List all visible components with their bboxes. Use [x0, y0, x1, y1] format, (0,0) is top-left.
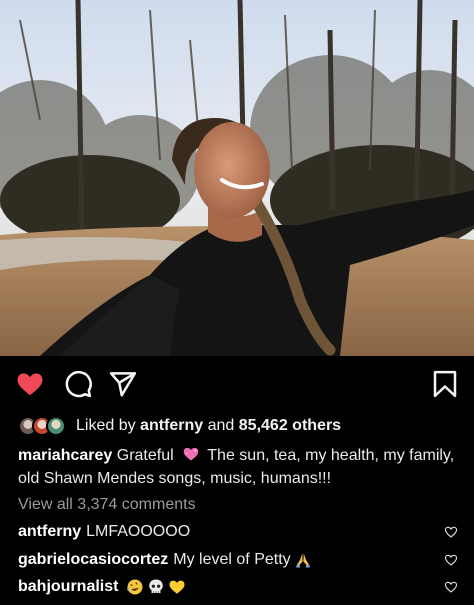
comment-item: bahjournalist [18, 575, 458, 599]
comment-item: gabrielocasiocortez My level of Petty [18, 548, 458, 572]
likes-summary[interactable]: Liked by antferny and 85,462 others [18, 413, 341, 439]
post-caption: mariahcarey Grateful The sun, tea, my he… [18, 444, 458, 490]
post-image [0, 0, 474, 356]
bookmark-icon [433, 370, 457, 398]
liked-by-and: and [207, 417, 235, 434]
liked-by-user[interactable]: antferny [140, 417, 203, 434]
like-button[interactable] [15, 369, 45, 399]
yellow-heart-icon [169, 580, 185, 594]
comment-username[interactable]: bahjournalist [18, 578, 118, 596]
caption-author[interactable]: mariahcarey [18, 447, 112, 464]
action-bar [0, 366, 474, 402]
comment-text: LMFAOOOOO [86, 523, 191, 540]
view-all-comments-link[interactable]: View all 3,374 comments [18, 496, 196, 514]
comment-username[interactable]: antferny [18, 523, 81, 541]
comment-bubble-icon [65, 370, 92, 398]
folded-hands-icon [295, 553, 310, 568]
post-photo[interactable] [0, 0, 474, 356]
share-button[interactable] [108, 369, 138, 399]
heart-outline-icon [444, 554, 458, 566]
comment-like-button[interactable] [444, 580, 458, 594]
skull-icon [149, 579, 164, 593]
comment-text: My level of Petty [173, 551, 291, 568]
paper-plane-icon [109, 372, 137, 397]
liker-avatars [18, 416, 66, 436]
comment-like-button[interactable] [444, 553, 458, 567]
heart-outline-icon [444, 581, 458, 593]
comment-item: antferny LMFAOOOOO [18, 520, 458, 544]
likes-text: Liked by antferny and 85,462 others [76, 417, 341, 435]
sparkling-heart-icon [183, 447, 199, 461]
liked-by-prefix: Liked by [76, 417, 136, 434]
save-button[interactable] [430, 369, 460, 399]
comment-username[interactable]: gabrielocasiocortez [18, 551, 168, 569]
heart-filled-icon [17, 373, 43, 396]
rolling-laughing-face-icon [127, 579, 143, 595]
comment-button[interactable] [63, 369, 93, 399]
heart-outline-icon [444, 526, 458, 538]
caption-lead: Grateful [116, 447, 174, 464]
liked-by-others[interactable]: 85,462 others [239, 417, 341, 434]
comment-like-button[interactable] [444, 525, 458, 539]
avatar [46, 416, 66, 436]
